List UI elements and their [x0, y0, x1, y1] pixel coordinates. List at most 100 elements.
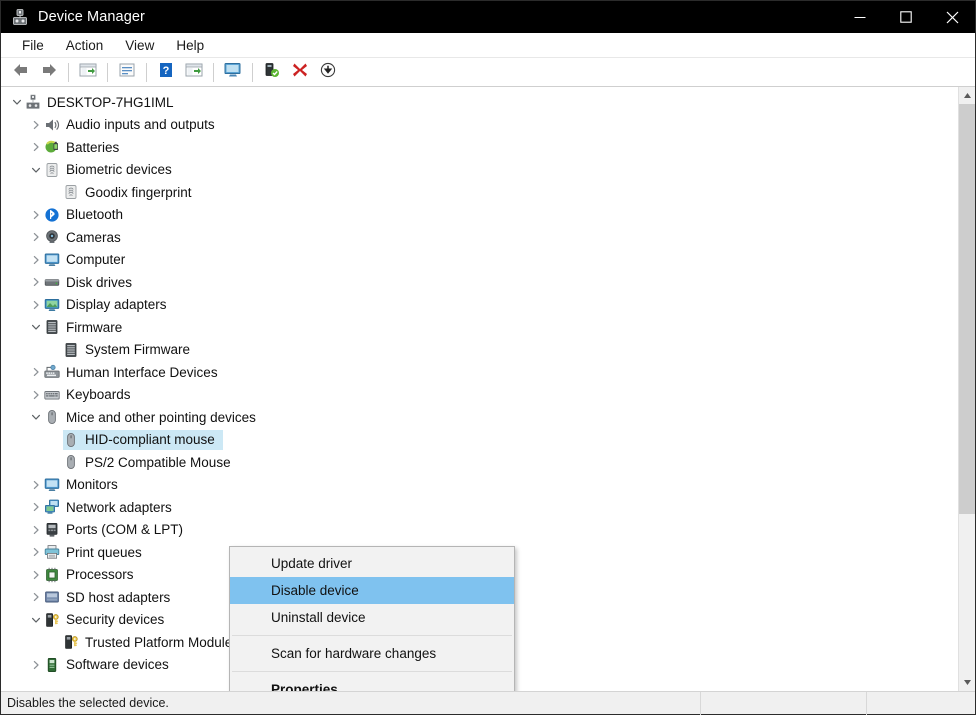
tree-item[interactable]: Mice and other pointing devices	[1, 406, 958, 429]
tree-item-content[interactable]: SD host adapters	[44, 587, 178, 607]
context-menu[interactable]: Update driver Disable device Uninstall dev…	[229, 546, 515, 691]
tree-item[interactable]: Biometric devices	[1, 159, 958, 182]
tree-item-content[interactable]: Bluetooth	[44, 205, 131, 225]
tree-item[interactable]: Firmware	[1, 316, 958, 339]
tree-item[interactable]: Monitors	[1, 474, 958, 497]
chevron-down-icon[interactable]	[9, 91, 25, 113]
chevron-right-icon[interactable]	[28, 204, 44, 226]
tree-item-content[interactable]: Ports (COM & LPT)	[44, 520, 191, 540]
tree-item[interactable]: Disk drives	[1, 271, 958, 294]
tree-item-content[interactable]: DESKTOP-7HG1IML	[25, 92, 182, 112]
tree-item[interactable]: Display adapters	[1, 294, 958, 317]
tree-item-content[interactable]: Security devices	[44, 610, 172, 630]
tree-item-content[interactable]: Firmware	[44, 317, 130, 337]
scrollbar-track[interactable]	[959, 104, 975, 674]
tree-item-content[interactable]: Print queues	[44, 542, 150, 562]
tree-item-content[interactable]: HID-compliant mouse	[63, 429, 223, 450]
tree-item[interactable]: Computer	[1, 249, 958, 272]
chevron-right-icon[interactable]	[28, 564, 44, 586]
update-driver-button[interactable]	[180, 60, 208, 85]
ctx-scan-hardware[interactable]: Scan for hardware changes	[230, 640, 514, 667]
chevron-right-icon[interactable]	[28, 249, 44, 271]
chevron-down-icon[interactable]	[28, 316, 44, 338]
forward-button[interactable]	[35, 60, 63, 85]
ctx-uninstall-device[interactable]: Uninstall device	[230, 604, 514, 631]
tree-item[interactable]: PS/2 Compatible Mouse	[1, 451, 958, 474]
tree-item-content[interactable]: Batteries	[44, 137, 127, 157]
device-manager-window: Device Manager File Action View Help ? D…	[0, 0, 976, 715]
tree-item[interactable]: DESKTOP-7HG1IML	[1, 91, 958, 114]
menu-action[interactable]: Action	[55, 36, 115, 55]
scroll-down-button[interactable]	[959, 674, 975, 691]
tree-item-content[interactable]: System Firmware	[63, 340, 198, 360]
menu-view[interactable]: View	[114, 36, 165, 55]
scan-hardware-changes-button[interactable]	[258, 60, 286, 85]
chevron-right-icon[interactable]	[28, 519, 44, 541]
tree-item-content[interactable]: Mice and other pointing devices	[44, 407, 264, 427]
properties-button[interactable]	[113, 60, 141, 85]
tree-item-content[interactable]: Computer	[44, 250, 133, 270]
tree-item-content[interactable]: Disk drives	[44, 272, 140, 292]
maximize-button[interactable]	[883, 1, 929, 33]
tree-item-content[interactable]: Software devices	[44, 655, 177, 675]
tree-item[interactable]: Ports (COM & LPT)	[1, 519, 958, 542]
tree-item[interactable]: Audio inputs and outputs	[1, 114, 958, 137]
chevron-right-icon[interactable]	[28, 474, 44, 496]
scroll-up-button[interactable]	[959, 87, 975, 104]
chevron-right-icon[interactable]	[28, 226, 44, 248]
ctx-disable-device[interactable]: Disable device	[230, 577, 514, 604]
menu-help[interactable]: Help	[165, 36, 215, 55]
tree-item-label: HID-compliant mouse	[85, 432, 215, 448]
tree-item-content[interactable]: Network adapters	[44, 497, 180, 517]
help-button[interactable]: ?	[152, 60, 180, 85]
chevron-right-icon[interactable]	[28, 586, 44, 608]
chevron-right-icon[interactable]	[28, 384, 44, 406]
chevron-right-icon[interactable]	[28, 271, 44, 293]
tree-item-content[interactable]: Audio inputs and outputs	[44, 115, 223, 135]
menu-file[interactable]: File	[11, 36, 55, 55]
chevron-down-icon[interactable]	[28, 609, 44, 631]
chevron-down-icon[interactable]	[28, 159, 44, 181]
uninstall-device-button[interactable]	[286, 60, 314, 85]
tree-item-content[interactable]: PS/2 Compatible Mouse	[63, 452, 239, 472]
processor-icon	[44, 567, 60, 583]
tree-item[interactable]: Cameras	[1, 226, 958, 249]
chevron-down-icon[interactable]	[28, 406, 44, 428]
status-bar: Disables the selected device.	[1, 691, 975, 715]
red-x-icon	[292, 62, 308, 83]
show-hide-console-tree-button[interactable]	[74, 60, 102, 85]
tree-item[interactable]: Bluetooth	[1, 204, 958, 227]
tree-item-content[interactable]: Cameras	[44, 227, 129, 247]
ctx-update-driver[interactable]: Update driver	[230, 550, 514, 577]
tree-item-content[interactable]: Monitors	[44, 475, 126, 495]
tree-item[interactable]: Goodix fingerprint	[1, 181, 958, 204]
tree-item-content[interactable]: Biometric devices	[44, 160, 180, 180]
tree-item[interactable]: System Firmware	[1, 339, 958, 362]
tree-item[interactable]: HID-compliant mouse	[1, 429, 958, 452]
tree-item[interactable]: Human Interface Devices	[1, 361, 958, 384]
tree-item[interactable]: Network adapters	[1, 496, 958, 519]
tree-item-content[interactable]: Processors	[44, 565, 142, 585]
scan-display-button[interactable]	[219, 60, 247, 85]
back-button[interactable]	[7, 60, 35, 85]
tree-item-content[interactable]: Keyboards	[44, 385, 139, 405]
disable-device-button[interactable]	[314, 60, 342, 85]
chevron-right-icon[interactable]	[28, 496, 44, 518]
chevron-right-icon[interactable]	[28, 136, 44, 158]
printer-icon	[44, 544, 60, 560]
tree-item-content[interactable]: Display adapters	[44, 295, 175, 315]
tree-item[interactable]: Keyboards	[1, 384, 958, 407]
chevron-right-icon[interactable]	[28, 114, 44, 136]
tree-item-content[interactable]: Human Interface Devices	[44, 362, 226, 382]
chevron-right-icon[interactable]	[28, 294, 44, 316]
scrollbar-thumb[interactable]	[959, 104, 975, 515]
tree-item-content[interactable]: Goodix fingerprint	[63, 182, 200, 202]
chevron-right-icon[interactable]	[28, 541, 44, 563]
chevron-right-icon[interactable]	[28, 361, 44, 383]
ctx-properties[interactable]: Properties	[230, 676, 514, 691]
close-button[interactable]	[929, 1, 975, 33]
vertical-scrollbar[interactable]	[958, 87, 975, 691]
chevron-right-icon[interactable]	[28, 654, 44, 676]
minimize-button[interactable]	[837, 1, 883, 33]
tree-item[interactable]: Batteries	[1, 136, 958, 159]
